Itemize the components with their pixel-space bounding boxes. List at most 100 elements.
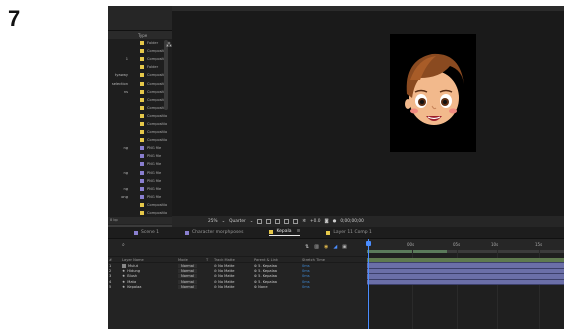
tab-layer-11-comp-1[interactable]: Layer 11 Comp 1: [326, 230, 372, 235]
stretch-value[interactable]: 0ms: [302, 280, 342, 284]
layer-duration-bar[interactable]: [367, 279, 564, 285]
camera-snapshot-icon[interactable]: ◙: [324, 219, 328, 224]
motion-blur-icon[interactable]: ◉: [324, 244, 328, 250]
parent-value[interactable]: 5. Kepalaa: [258, 274, 277, 278]
transparency-grid-icon[interactable]: [266, 219, 272, 224]
track-matte-dropdown[interactable]: ⊘ No Matte: [214, 280, 254, 284]
blend-mode-dropdown[interactable]: Normal: [176, 263, 206, 268]
blend-mode-dropdown[interactable]: Normal: [176, 285, 206, 290]
blend-mode-value[interactable]: Normal: [178, 279, 198, 284]
chevron-down-icon[interactable]: ⌄: [222, 219, 226, 224]
column-layer-name[interactable]: Layer Name: [112, 258, 176, 262]
timeline-graph-area[interactable]: 00s 05s 10s 15s: [366, 239, 564, 329]
column-track-matte[interactable]: Track Matte: [214, 258, 254, 262]
guide-options-icon[interactable]: [284, 219, 290, 224]
blend-mode-dropdown[interactable]: Normal: [176, 279, 206, 284]
column-mode[interactable]: Mode: [176, 258, 206, 262]
track-matte-dropdown[interactable]: ⊘ No Matte: [214, 274, 254, 278]
layer-row[interactable]: 2 ★ Hidung Normal ⊘ No Matte ⊚ 5. Kepalaa 0ms: [108, 268, 367, 274]
tab-scene-1[interactable]: Scene 1: [134, 230, 159, 235]
tab-kepala[interactable]: Kepala ≡: [269, 229, 301, 236]
layer-name-cell[interactable]: ★ Kepalaa: [112, 285, 176, 289]
column-stretch[interactable]: Stretch Time: [302, 258, 342, 262]
project-item[interactable]: Compositio: [108, 47, 172, 55]
project-item[interactable]: PNG file: [108, 152, 172, 160]
project-item[interactable]: ng PNG file: [108, 185, 172, 193]
project-item[interactable]: Compositio: [108, 96, 172, 104]
track-matte-value[interactable]: No Matte: [218, 264, 234, 268]
blend-mode-dropdown[interactable]: Normal: [176, 274, 206, 279]
stretch-value[interactable]: 0ms: [302, 269, 342, 273]
layer-name-cell[interactable]: ★ Blush: [112, 274, 176, 278]
region-of-interest-icon[interactable]: [257, 219, 263, 224]
layer-name[interactable]: Mata: [127, 280, 136, 284]
tab-menu-icon[interactable]: ≡: [297, 229, 301, 234]
playhead[interactable]: [366, 239, 371, 329]
graph-editor-icon[interactable]: ◢: [333, 244, 337, 250]
project-item[interactable]: Compositio: [108, 136, 172, 144]
layer-name[interactable]: Blush: [127, 274, 137, 278]
track-matte-dropdown[interactable]: ⊘ No Matte: [214, 285, 254, 289]
parent-dropdown[interactable]: ⊚ 5. Kepalaa: [254, 274, 302, 278]
track-matte-value[interactable]: No Matte: [218, 274, 234, 278]
color-icon[interactable]: ●: [333, 219, 337, 224]
layer-row[interactable]: 3 ★ Blush Normal ⊘ No Matte ⊚ 5. Kepalaa 0ms: [108, 274, 367, 279]
exposure-icon[interactable]: ✲: [302, 219, 306, 224]
parent-dropdown[interactable]: ⊚ 5. Kepalaa: [254, 269, 302, 273]
blend-mode-value[interactable]: Normal: [178, 274, 198, 279]
work-area-bar[interactable]: [367, 250, 564, 253]
project-item[interactable]: ng PNG file: [108, 169, 172, 177]
mask-visibility-icon[interactable]: [275, 219, 281, 224]
blend-mode-value[interactable]: Normal: [178, 285, 198, 290]
stretch-value[interactable]: 0ms: [302, 274, 342, 278]
frame-blend-icon[interactable]: ▥: [314, 244, 319, 250]
project-item[interactable]: Compositio: [108, 112, 172, 120]
chevron-down-icon[interactable]: ⌄: [250, 219, 254, 224]
project-columns[interactable]: Type: [108, 31, 172, 39]
project-item[interactable]: ong PNG file: [108, 193, 172, 201]
project-item[interactable]: Folder: [108, 39, 172, 47]
project-item[interactable]: selection Compositio: [108, 79, 172, 87]
blend-mode-dropdown[interactable]: Normal: [176, 269, 206, 274]
project-item[interactable]: Compositio: [108, 201, 172, 209]
parent-dropdown[interactable]: ⊚ 5. Kepalaa: [254, 280, 302, 284]
resolution-dropdown[interactable]: Quarter: [229, 219, 246, 224]
stretch-text[interactable]: 0ms: [302, 269, 310, 273]
project-item[interactable]: tyaway Compositio: [108, 71, 172, 79]
layer-row[interactable]: 1 Mulut Normal ⊘ No Matte ⊚ 5. Kepalaa 0ms: [108, 263, 367, 268]
layer-name-cell[interactable]: Mulut: [112, 263, 176, 268]
stretch-value[interactable]: 0ms: [302, 285, 342, 289]
search-icon[interactable]: ⌕: [122, 242, 125, 248]
project-scrollbar[interactable]: [164, 40, 168, 110]
project-item[interactable]: Compositio: [108, 120, 172, 128]
parent-value[interactable]: 5. Kepalaa: [258, 264, 277, 268]
stretch-text[interactable]: 0ms: [302, 274, 310, 278]
project-item[interactable]: ng PNG file: [108, 144, 172, 152]
project-item[interactable]: Compositio: [108, 104, 172, 112]
shy-icon[interactable]: ⇅: [305, 244, 309, 250]
project-item[interactable]: ns Compositio: [108, 88, 172, 96]
track-matte-value[interactable]: No Matte: [218, 280, 234, 284]
layer-name-cell[interactable]: ★ Mata: [112, 280, 176, 284]
layer-name[interactable]: Mulut: [128, 264, 138, 268]
zoom-dropdown[interactable]: 25%: [208, 219, 218, 224]
parent-value[interactable]: None: [258, 285, 267, 289]
layer-name[interactable]: Hidung: [127, 269, 140, 273]
parent-value[interactable]: 5. Kepalaa: [258, 280, 277, 284]
track-matte-dropdown[interactable]: ⊘ No Matte: [214, 264, 254, 268]
layer-name[interactable]: Kepalaa: [127, 285, 141, 289]
track-matte-value[interactable]: No Matte: [218, 269, 234, 273]
tab-character-morphposes[interactable]: Character morphposes: [185, 230, 243, 235]
project-item[interactable]: Folder: [108, 63, 172, 71]
exposure-value[interactable]: +0.0: [310, 219, 320, 224]
stretch-text[interactable]: 0ms: [302, 264, 310, 268]
column-parent[interactable]: Parent & Link: [254, 258, 302, 262]
stretch-text[interactable]: 0ms: [302, 280, 310, 284]
current-time[interactable]: 0;00;00;00: [340, 219, 363, 224]
project-item[interactable]: PNG file: [108, 160, 172, 168]
layer-row[interactable]: 5 ★ Kepalaa Normal ⊘ No Matte ⊚ None 0ms: [108, 285, 367, 290]
composition-flowchart-icon[interactable]: ▣: [342, 244, 347, 250]
parent-dropdown[interactable]: ⊚ 5. Kepalaa: [254, 264, 302, 268]
blend-mode-value[interactable]: Normal: [178, 269, 198, 274]
time-ruler[interactable]: 00s 05s 10s 15s: [367, 239, 564, 250]
